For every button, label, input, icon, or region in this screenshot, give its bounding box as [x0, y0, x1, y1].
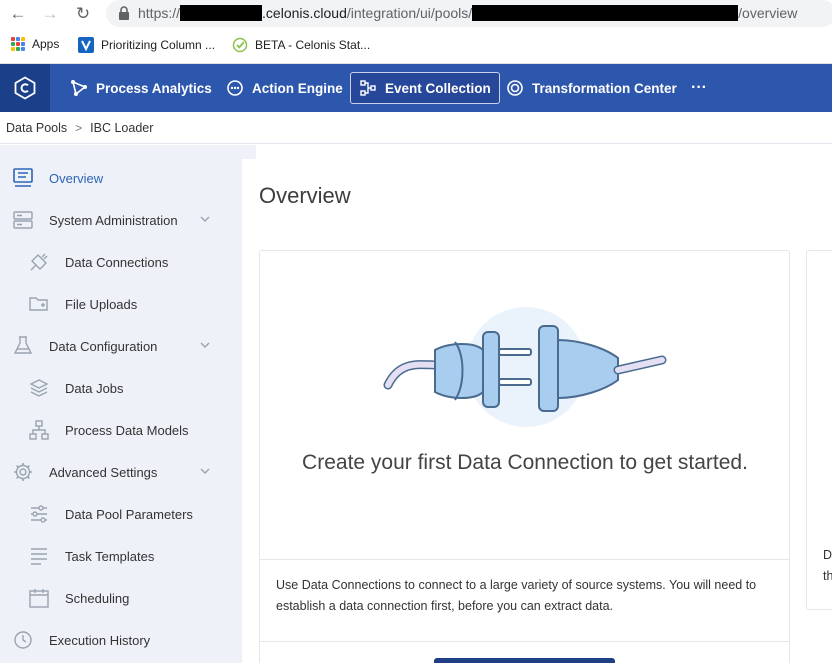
main-gutter — [242, 145, 256, 159]
sliders-icon — [28, 503, 50, 525]
event-collection-icon — [360, 80, 376, 96]
more-icon: ··· — [691, 79, 707, 96]
breadcrumb: Data Pools > IBC Loader — [0, 112, 832, 144]
sidebar-item-label: Process Data Models — [65, 422, 189, 438]
flask-icon — [12, 335, 34, 357]
page-title: Overview — [259, 183, 351, 208]
sidebar-item-label: Advanced Settings — [49, 464, 158, 480]
sidebar-item-execution-history[interactable]: Execution History — [0, 619, 242, 661]
v-logo-icon — [78, 37, 94, 53]
check-circle-icon — [232, 37, 248, 53]
sidebar-item-data-configuration[interactable]: Data Configuration — [0, 325, 242, 367]
url-suffix: /overview — [738, 5, 798, 21]
nav-transformation-center[interactable]: Transformation Center — [498, 72, 685, 104]
sidebar-item-system-administration[interactable]: System Administration — [0, 199, 242, 241]
transformation-center-icon — [507, 80, 523, 96]
more-menu-button[interactable]: ··· — [683, 72, 715, 104]
sidebar-item-overview[interactable]: Overview — [0, 157, 242, 199]
folder-plus-icon — [28, 293, 50, 315]
action-engine-icon — [227, 80, 243, 96]
bookmarks-bar: Apps Prioritizing Column ... BETA - Celo… — [0, 28, 832, 64]
chevron-down-icon[interactable] — [199, 465, 211, 477]
sidebar-item-label: Overview — [49, 170, 104, 186]
bookmark-label: BETA - Celonis Stat... — [255, 38, 371, 52]
sidebar: Overview System Administration Data Conn… — [0, 145, 242, 663]
sidebar-item-data-pool-parameters[interactable]: Data Pool Parameters — [0, 493, 242, 535]
sidebar-item-scheduling[interactable]: Scheduling — [0, 577, 242, 619]
bookmark-apps[interactable]: Apps — [11, 37, 59, 51]
calendar-icon — [28, 587, 50, 609]
chevron-right-icon: > — [75, 120, 83, 135]
sidebar-item-label: Data Jobs — [65, 380, 124, 396]
layers-icon — [28, 377, 50, 399]
forward-arrow-icon[interactable]: → — [40, 4, 60, 24]
bookmark-label: Prioritizing Column ... — [101, 38, 216, 52]
nav-action-engine[interactable]: Action Engine — [218, 72, 351, 104]
sidebar-item-process-data-models[interactable]: Process Data Models — [0, 409, 242, 451]
gear-icon — [12, 461, 34, 483]
sidebar-item-data-jobs[interactable]: Data Jobs — [0, 367, 242, 409]
secondary-card-line: D — [823, 548, 832, 562]
apps-grid-icon — [11, 37, 25, 51]
top-navigation: Process Analytics Action Engine Event Co… — [0, 64, 832, 112]
nav-label: Transformation Center — [532, 80, 677, 96]
chevron-down-icon[interactable] — [199, 339, 211, 351]
card-divider — [260, 641, 789, 642]
help-text: Use Data Connections to connect to a lar… — [276, 578, 757, 613]
url-path: /integration/ui/pools/ — [346, 5, 473, 21]
sidebar-item-label: Data Connections — [65, 254, 169, 270]
nav-label: Action Engine — [252, 80, 343, 96]
reload-icon[interactable]: ↻ — [73, 4, 93, 24]
url-prefix: https:// — [138, 5, 181, 21]
process-analytics-icon — [71, 80, 87, 96]
bookmark-beta-celonis[interactable]: BETA - Celonis Stat... — [232, 37, 370, 53]
plug-icon — [28, 251, 50, 273]
card-divider — [260, 559, 789, 560]
chevron-down-icon[interactable] — [199, 213, 211, 225]
secondary-card-line: th — [823, 569, 832, 583]
empty-state-message: Create your first Data Connection to get… — [302, 451, 748, 474]
history-icon — [12, 629, 34, 651]
sidebar-item-label: Data Pool Parameters — [65, 506, 193, 522]
lock-icon — [119, 6, 129, 20]
server-icon — [12, 209, 34, 231]
browser-address-bar: ← → ↻ https:// .celonis.cloud/integration… — [0, 0, 832, 28]
sidebar-item-label: System Administration — [49, 212, 178, 228]
sidebar-item-data-connections[interactable]: Data Connections — [0, 241, 242, 283]
breadcrumb-data-pools[interactable]: Data Pools — [6, 121, 67, 135]
plug-illustration-icon — [383, 325, 667, 412]
url-field[interactable]: https:// .celonis.cloud/integration/ui/po… — [106, 0, 832, 27]
sidebar-item-label: Scheduling — [65, 590, 130, 606]
breadcrumb-ibc-loader[interactable]: IBC Loader — [90, 121, 153, 135]
celonis-logo[interactable] — [0, 64, 50, 112]
hierarchy-icon — [28, 419, 50, 441]
redacted-block — [180, 5, 263, 21]
url-domain: .celonis.cloud — [262, 5, 347, 21]
sidebar-item-label: Data Configuration — [49, 338, 158, 354]
redacted-block — [472, 5, 739, 21]
nav-label: Event Collection — [385, 80, 491, 96]
bookmark-prioritizing[interactable]: Prioritizing Column ... — [78, 37, 215, 53]
sidebar-item-task-templates[interactable]: Task Templates — [0, 535, 242, 577]
bookmark-label: Apps — [32, 37, 60, 51]
sidebar-item-label: Execution History — [49, 632, 151, 648]
celonis-logo-icon — [14, 76, 36, 100]
nav-event-collection[interactable]: Event Collection — [350, 72, 500, 104]
sidebar-item-advanced-settings[interactable]: Advanced Settings — [0, 451, 242, 493]
secondary-card-text: D th — [823, 545, 832, 587]
nav-label: Process Analytics — [96, 80, 212, 96]
nav-process-analytics[interactable]: Process Analytics — [62, 72, 220, 104]
overview-icon — [12, 167, 34, 189]
sidebar-item-label: File Uploads — [65, 296, 138, 312]
list-icon — [28, 545, 50, 567]
sidebar-item-label: Task Templates — [65, 548, 155, 564]
sidebar-item-file-uploads[interactable]: File Uploads — [0, 283, 242, 325]
back-arrow-icon[interactable]: ← — [8, 4, 28, 24]
add-data-connection-button[interactable] — [434, 658, 615, 663]
